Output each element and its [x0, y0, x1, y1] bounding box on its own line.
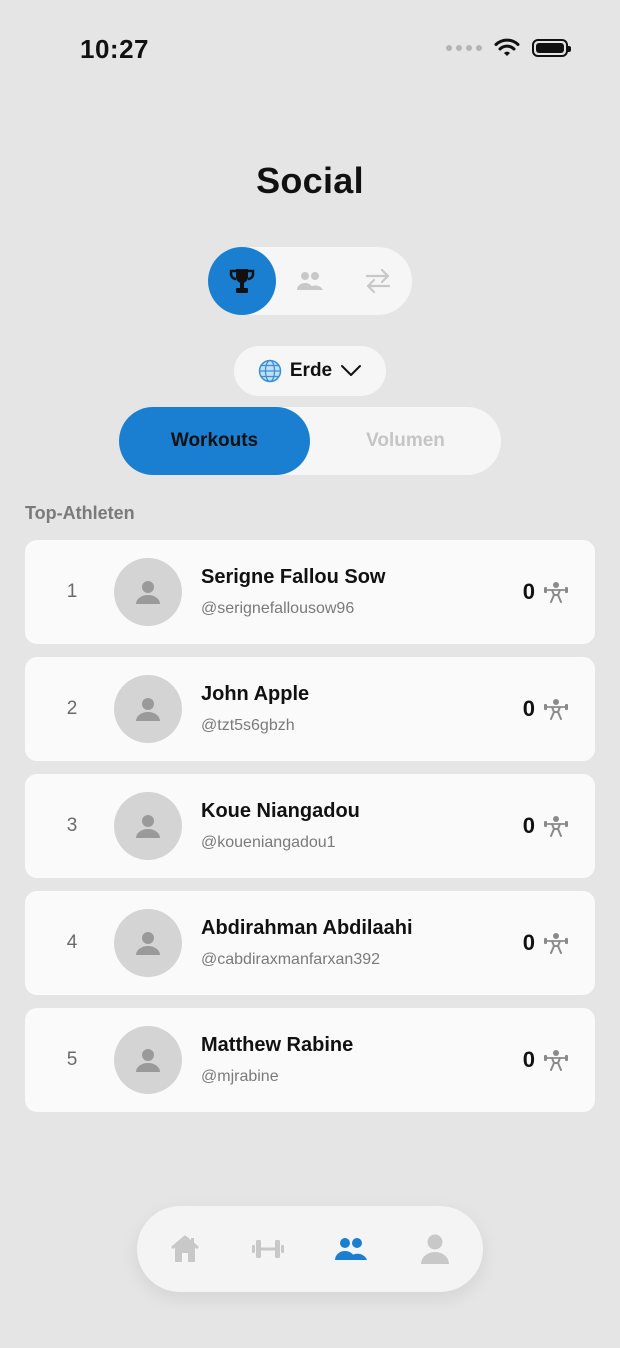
- avatar: [114, 792, 182, 860]
- compare-tab[interactable]: [344, 247, 412, 315]
- battery-icon: [532, 39, 571, 57]
- athlete-name: Koue Niangadou: [201, 800, 360, 822]
- athlete-row[interactable]: 1 Serigne Fallou Sow @serignefallousow96 0: [25, 540, 595, 644]
- signal-dots-icon: [446, 45, 482, 51]
- status-icons: [446, 38, 571, 58]
- user-placeholder-icon: [136, 698, 160, 721]
- view-switch: [208, 247, 412, 315]
- region-selector[interactable]: Erde: [234, 346, 386, 396]
- athlete-row[interactable]: 5 Matthew Rabine @mjrabine 0: [25, 1008, 595, 1112]
- tab-workouts[interactable]: Workouts: [119, 407, 310, 475]
- people-icon: [335, 1238, 367, 1260]
- avatar: [114, 558, 182, 626]
- people-icon: [297, 272, 323, 290]
- section-label: Top-Athleten: [25, 503, 135, 523]
- home-icon: [171, 1235, 199, 1262]
- score-value: 0: [522, 1047, 535, 1072]
- swap-arrows-icon: [365, 268, 391, 294]
- nav-profile[interactable]: [405, 1206, 465, 1292]
- athlete-score: 0: [523, 1008, 569, 1112]
- athlete-rank: 2: [66, 698, 78, 719]
- athlete-name: Matthew Rabine: [201, 1034, 354, 1056]
- athlete-score: 0: [523, 774, 569, 878]
- athlete-name: Abdirahman Abdilaahi: [201, 917, 413, 939]
- weightlifter-icon: [544, 933, 568, 954]
- globe-icon: [258, 359, 282, 383]
- dumbbell-icon: [252, 1240, 284, 1258]
- avatar: [114, 909, 182, 977]
- nav-social[interactable]: [321, 1206, 381, 1292]
- weightlifter-icon: [544, 699, 568, 720]
- athlete-score: 0: [523, 540, 569, 644]
- tab-volumen[interactable]: Volumen: [310, 407, 501, 475]
- athlete-handle: @tzt5s6gbzh: [201, 717, 295, 734]
- weightlifter-icon: [544, 816, 568, 837]
- athlete-row[interactable]: 3 Koue Niangadou @koueniangadou1 0: [25, 774, 595, 878]
- avatar: [114, 1026, 182, 1094]
- athlete-score: 0: [523, 891, 569, 995]
- athlete-rank: 3: [66, 815, 78, 836]
- page-title: Social: [256, 160, 364, 201]
- metric-tabs: Workouts Volumen: [119, 407, 501, 475]
- profile-icon: [421, 1234, 449, 1264]
- nav-home[interactable]: [155, 1206, 215, 1292]
- weightlifter-icon: [544, 582, 568, 603]
- region-label: Erde: [289, 360, 333, 381]
- weightlifter-icon: [544, 1050, 568, 1071]
- nav-workouts[interactable]: [238, 1206, 298, 1292]
- chevron-down-icon: [341, 365, 362, 376]
- user-placeholder-icon: [136, 815, 160, 838]
- user-placeholder-icon: [136, 1049, 160, 1072]
- trophy-icon: [229, 269, 255, 293]
- athlete-row[interactable]: 2 John Apple @tzt5s6gbzh 0: [25, 657, 595, 761]
- user-placeholder-icon: [136, 932, 160, 955]
- trophy-tab[interactable]: [208, 247, 276, 315]
- athlete-handle: @koueniangadou1: [201, 834, 336, 851]
- athlete-row[interactable]: 4 Abdirahman Abdilaahi @cabdiraxmanfarxan3…: [25, 891, 595, 995]
- user-placeholder-icon: [136, 581, 160, 604]
- score-value: 0: [522, 696, 535, 721]
- athlete-rank: 5: [66, 1049, 78, 1070]
- athlete-list: 1 Serigne Fallou Sow @serignefallousow96 0 2…: [25, 540, 595, 1125]
- bottom-nav: [137, 1206, 483, 1292]
- athlete-score: 0: [523, 657, 569, 761]
- athlete-name: John Apple: [201, 683, 310, 705]
- athlete-rank: 1: [66, 581, 78, 602]
- athlete-handle: @serignefallousow96: [201, 600, 355, 617]
- status-time: 10:27: [80, 34, 149, 64]
- score-value: 0: [522, 813, 535, 838]
- athlete-name: Serigne Fallou Sow: [201, 566, 386, 588]
- score-value: 0: [522, 930, 535, 955]
- wifi-icon: [494, 38, 520, 56]
- athlete-handle: @mjrabine: [201, 1068, 279, 1085]
- avatar: [114, 675, 182, 743]
- friends-tab[interactable]: [276, 247, 344, 315]
- athlete-rank: 4: [66, 932, 78, 953]
- athlete-handle: @cabdiraxmanfarxan392: [201, 951, 381, 968]
- score-value: 0: [522, 579, 535, 604]
